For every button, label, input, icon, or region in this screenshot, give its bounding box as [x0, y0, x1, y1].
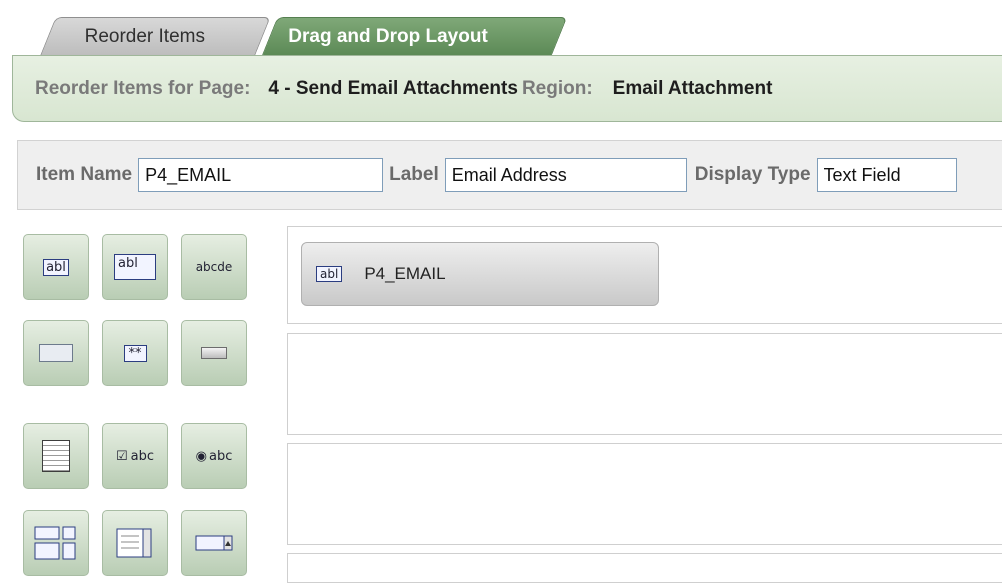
list-icon [42, 440, 70, 472]
region-value: Email Attachment [612, 77, 773, 99]
tab-label: Drag and Drop Layout [288, 25, 488, 47]
label-input[interactable] [444, 158, 687, 192]
textarea-icon: abl [114, 254, 156, 280]
checkbox-palette-button[interactable]: ☑ abc [102, 423, 168, 489]
display-only-palette-button[interactable]: abcde [181, 234, 247, 300]
button-item-palette-button[interactable] [181, 320, 247, 386]
checkbox-label: abc [130, 448, 155, 464]
password-icon: ** [123, 344, 147, 362]
tab-reorder-items[interactable]: Reorder Items [40, 17, 271, 55]
page-value: 4 - Send Email Attachments [268, 77, 518, 99]
page-label: Reorder Items for Page: [35, 77, 251, 99]
region-label: Region: [521, 77, 593, 99]
display-only-icon: abcde [195, 260, 233, 274]
item-properties-bar: Item Name Label Display Type [17, 140, 1002, 210]
select-list-icon [116, 528, 152, 558]
button-icon [201, 347, 227, 359]
shuttle-palette-button[interactable] [23, 510, 89, 576]
select-list-palette-button[interactable] [102, 510, 168, 576]
tab-drag-and-drop-layout[interactable]: Drag and Drop Layout [262, 17, 568, 55]
password-palette-button[interactable]: ** [102, 320, 168, 386]
display-type-label: Display Type [694, 164, 811, 185]
hidden-field-icon [39, 344, 73, 362]
label-label: Label [389, 164, 439, 185]
layout-item-label: P4_EMAIL [364, 264, 446, 283]
textarea-palette-button[interactable]: abl [102, 234, 168, 300]
text-field-palette-button[interactable]: abl [23, 234, 89, 300]
page-header: Reorder Items for Page: 4 - Send Email A… [12, 55, 1002, 122]
display-type-select[interactable] [816, 158, 957, 192]
tab-label: Reorder Items [84, 25, 206, 47]
text-field-icon: abl [316, 266, 343, 282]
hidden-item-palette-button[interactable] [23, 320, 89, 386]
item-name-label: Item Name [36, 164, 133, 185]
layout-row[interactable] [287, 553, 1002, 583]
list-palette-button[interactable] [23, 423, 89, 489]
layout-row[interactable] [287, 443, 1002, 545]
text-field-icon: abl [43, 258, 69, 276]
radio-palette-button[interactable]: ◉ abc [181, 423, 247, 489]
popup-lov-palette-button[interactable] [181, 510, 247, 576]
radio-icon: ◉ [195, 448, 207, 464]
layout-item-p4-email[interactable]: abl P4_EMAIL [301, 242, 659, 306]
popup-lov-icon [195, 535, 233, 551]
shuttle-icon [34, 526, 76, 560]
layout-row[interactable] [287, 333, 1002, 435]
checkbox-icon: ☑ [115, 448, 128, 464]
radio-label: abc [208, 448, 233, 464]
item-name-input[interactable] [138, 158, 384, 192]
